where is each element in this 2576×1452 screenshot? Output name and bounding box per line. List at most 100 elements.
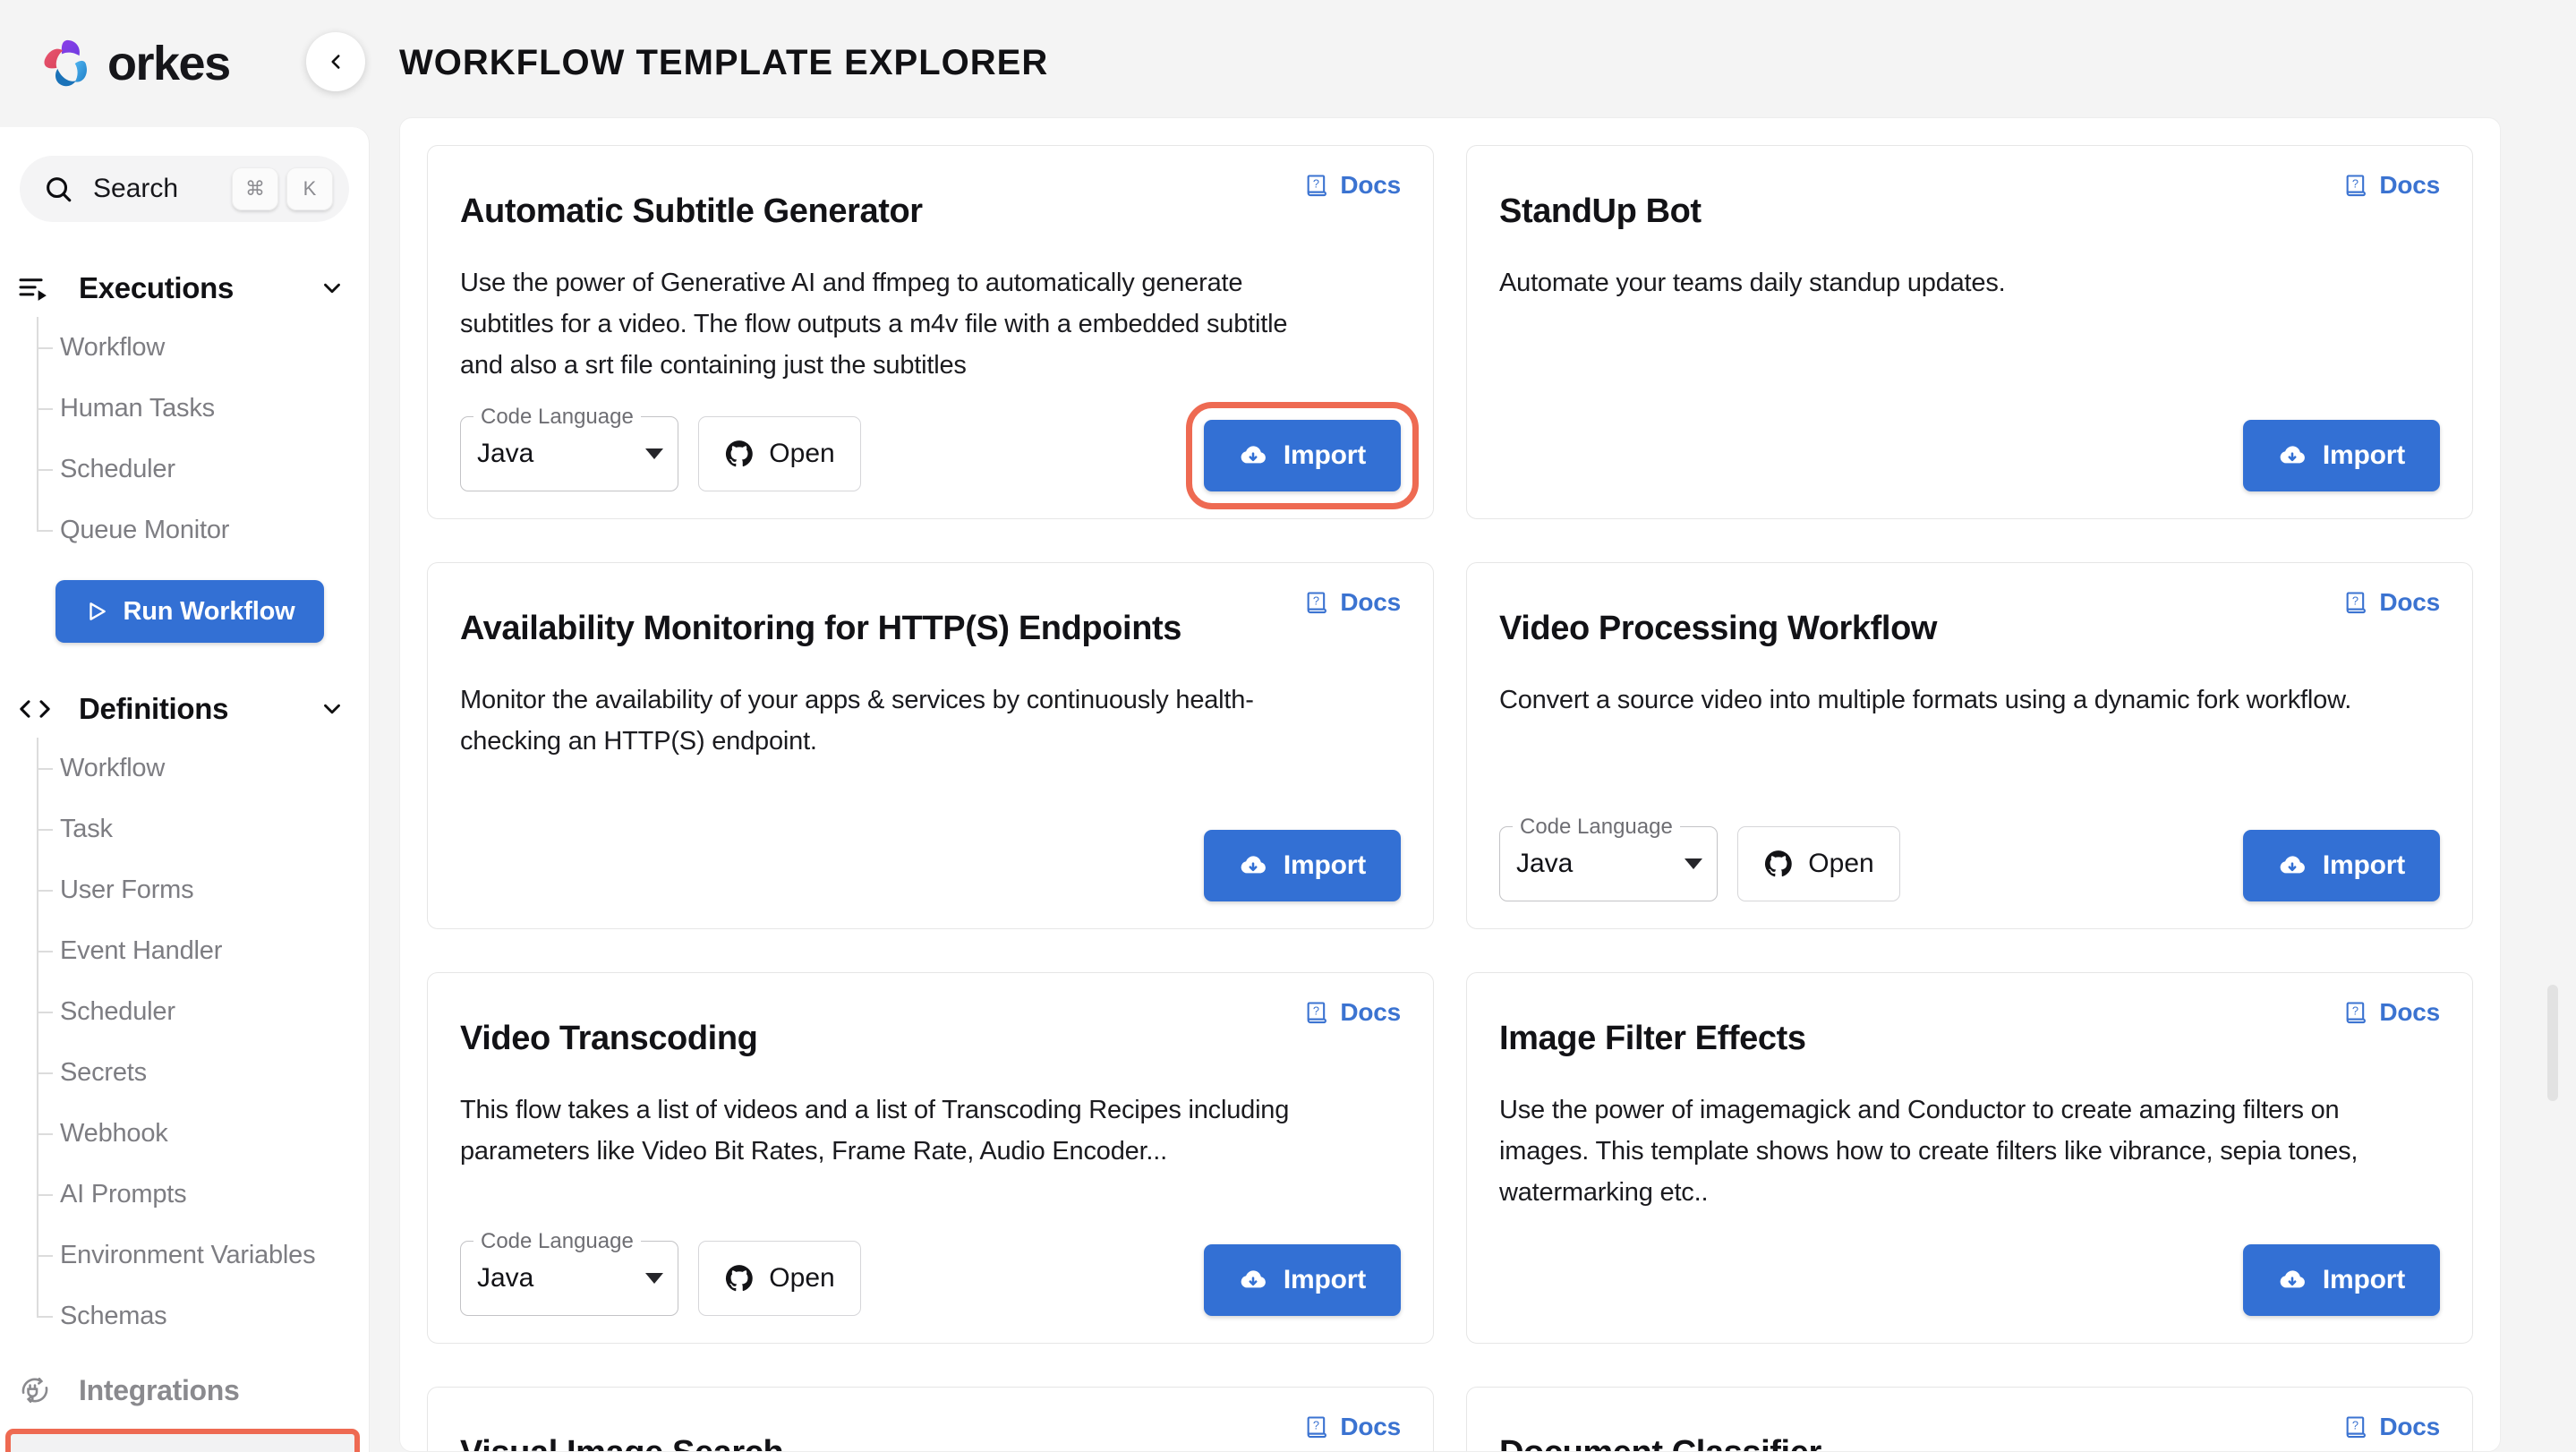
docs-link[interactable]: ? Docs [2343,588,2440,617]
sidebar-item-definitions-environment-variables[interactable]: Environment Variables [37,1225,369,1285]
template-title: Automatic Subtitle Generator [460,192,923,230]
import-button[interactable]: Import [2243,1243,2440,1316]
docs-link[interactable]: ? Docs [1304,998,1401,1027]
import-label: Import [2322,850,2406,881]
search-input[interactable]: Search ⌘ K [20,156,349,222]
vertical-scrollbar[interactable] [2547,985,2558,1101]
import-label: Import [2322,1264,2406,1294]
svg-text:?: ? [2352,176,2358,190]
open-github-button[interactable]: Open [698,416,861,492]
nav-children-executions: Workflow Human Tasks Scheduler Queue Mon… [37,317,369,560]
open-label: Open [1808,849,1874,879]
book-question-icon: ? [2343,1000,2368,1025]
docs-link[interactable]: ? Docs [1304,1413,1401,1441]
sidebar-group-executions[interactable]: Executions [0,260,369,317]
chevron-down-icon [645,1272,663,1284]
template-description: Use the power of Generative AI and ffmpe… [460,269,1288,380]
template-title: Visual Image Search [460,1434,1401,1451]
integrations-icon [18,1373,59,1407]
import-button[interactable]: Import [1204,1243,1401,1316]
sidebar-item-definitions-webhook[interactable]: Webhook [37,1103,369,1164]
sidebar-item-executions-queue-monitor[interactable]: Queue Monitor [37,500,369,560]
sidebar-group-label: Executions [79,271,235,304]
card-actions: Import [460,799,1401,902]
sidebar-item-integrations[interactable]: Integrations [0,1359,369,1422]
docs-link[interactable]: ? Docs [1304,171,1401,200]
book-question-icon: ? [2343,1414,2368,1439]
sidebar-item-executions-scheduler[interactable]: Scheduler [37,439,369,500]
sidebar-item-label: Workflow [60,753,166,782]
orkes-logo-icon [39,36,95,91]
docs-link[interactable]: ? Docs [2343,171,2440,200]
main-content: WORKFLOW TEMPLATE EXPLORER ? Docs Automa… [376,0,2576,1452]
cloud-download-icon [2278,1266,2307,1294]
svg-text:?: ? [2352,1004,2358,1018]
sidebar-item-definitions-schemas[interactable]: Schemas [37,1285,369,1346]
code-language-legend: Code Language [1513,815,1680,841]
template-title: Document Classifier [1499,1434,2440,1451]
sidebar-item-label: Secrets [60,1057,147,1087]
sidebar-item-definitions-task[interactable]: Task [37,799,369,859]
run-workflow-button[interactable]: Run Workflow [55,580,324,643]
sidebar-item-definitions-event-handler[interactable]: Event Handler [37,920,369,981]
sidebar-item-label: Task [60,814,113,843]
cloud-download-icon [1239,851,1267,880]
sidebar-item-label: Webhook [60,1118,168,1148]
play-icon [85,600,108,623]
book-question-icon: ? [2343,590,2368,615]
book-question-icon: ? [1304,1414,1329,1439]
sidebar-item-definitions-workflow[interactable]: Workflow [37,738,369,799]
sidebar-item-label: Queue Monitor [60,515,230,544]
import-button[interactable]: Import [1186,402,1419,510]
sidebar-item-executions-workflow[interactable]: Workflow [37,317,369,378]
import-button[interactable]: Import [2243,830,2440,902]
sidebar-item-definitions-user-forms[interactable]: User Forms [37,859,369,920]
sidebar-item-label: Environment Variables [60,1240,316,1269]
github-icon [724,439,755,469]
sidebar-item-definitions-ai-prompts[interactable]: AI Prompts [37,1164,369,1225]
card-actions: Code Language Java Open Import [460,386,1419,510]
sidebar-item-executions-human-tasks[interactable]: Human Tasks [37,378,369,439]
sidebar-panel: Search ⌘ K Executions Workflow Human Tas… [0,127,369,1452]
import-button[interactable]: Import [2243,420,2440,492]
template-list-container: ? Docs Automatic Subtitle Generator Use … [399,117,2501,1452]
docs-label: Docs [2379,1412,2440,1440]
sidebar-group-label: Definitions [79,692,229,725]
code-language-select[interactable]: Code Language Java [460,405,678,492]
code-language-value: Java [477,439,534,469]
docs-link[interactable]: ? Docs [2343,1413,2440,1441]
open-github-button[interactable]: Open [698,1240,861,1316]
code-language-value: Java [1516,849,1574,879]
sidebar-collapse-button[interactable] [306,32,365,91]
import-label: Import [1283,850,1367,881]
sidebar-item-definitions-secrets[interactable]: Secrets [37,1042,369,1103]
docs-link[interactable]: ? Docs [1304,588,1401,617]
chevron-down-icon [319,696,345,722]
import-button[interactable]: Import [1204,830,1401,902]
code-language-select[interactable]: Code Language Java [1499,815,1718,902]
brand-row: orkes [0,0,376,127]
docs-link[interactable]: ? Docs [2343,998,2440,1027]
template-card: ? Docs StandUp Bot Automate your teams d… [1466,145,2473,520]
app-root: orkes Search ⌘ K Executions Workflow Hum… [0,0,2576,1452]
svg-text:?: ? [1313,176,1319,190]
code-language-select[interactable]: Code Language Java [460,1228,678,1316]
import-label: Import [2322,440,2406,471]
sidebar-item-template-explorer[interactable]: Template Explorer [5,1429,360,1452]
card-actions: Import [1499,389,2440,492]
template-cards-grid: ? Docs Automatic Subtitle Generator Use … [427,145,2473,1451]
sidebar-item-definitions-scheduler[interactable]: Scheduler [37,981,369,1042]
template-description: Monitor the availability of your apps & … [460,686,1254,756]
chevron-down-icon [1685,858,1702,870]
github-icon [1763,849,1794,879]
sidebar-group-definitions[interactable]: Definitions [0,680,369,738]
cloud-download-icon [2278,851,2307,880]
open-github-button[interactable]: Open [1737,826,1900,902]
template-card: ? Docs Document Classifier Classify the … [1466,1386,2473,1451]
search-placeholder: Search [93,174,179,203]
card-actions: Code Language Java Open Import [460,1210,1401,1316]
import-label: Import [1283,440,1367,471]
sidebar-item-label: Workflow [60,332,166,362]
nav-group-definitions: Definitions Workflow Task User Forms Eve… [0,680,369,1346]
brand-name: orkes [107,37,231,90]
